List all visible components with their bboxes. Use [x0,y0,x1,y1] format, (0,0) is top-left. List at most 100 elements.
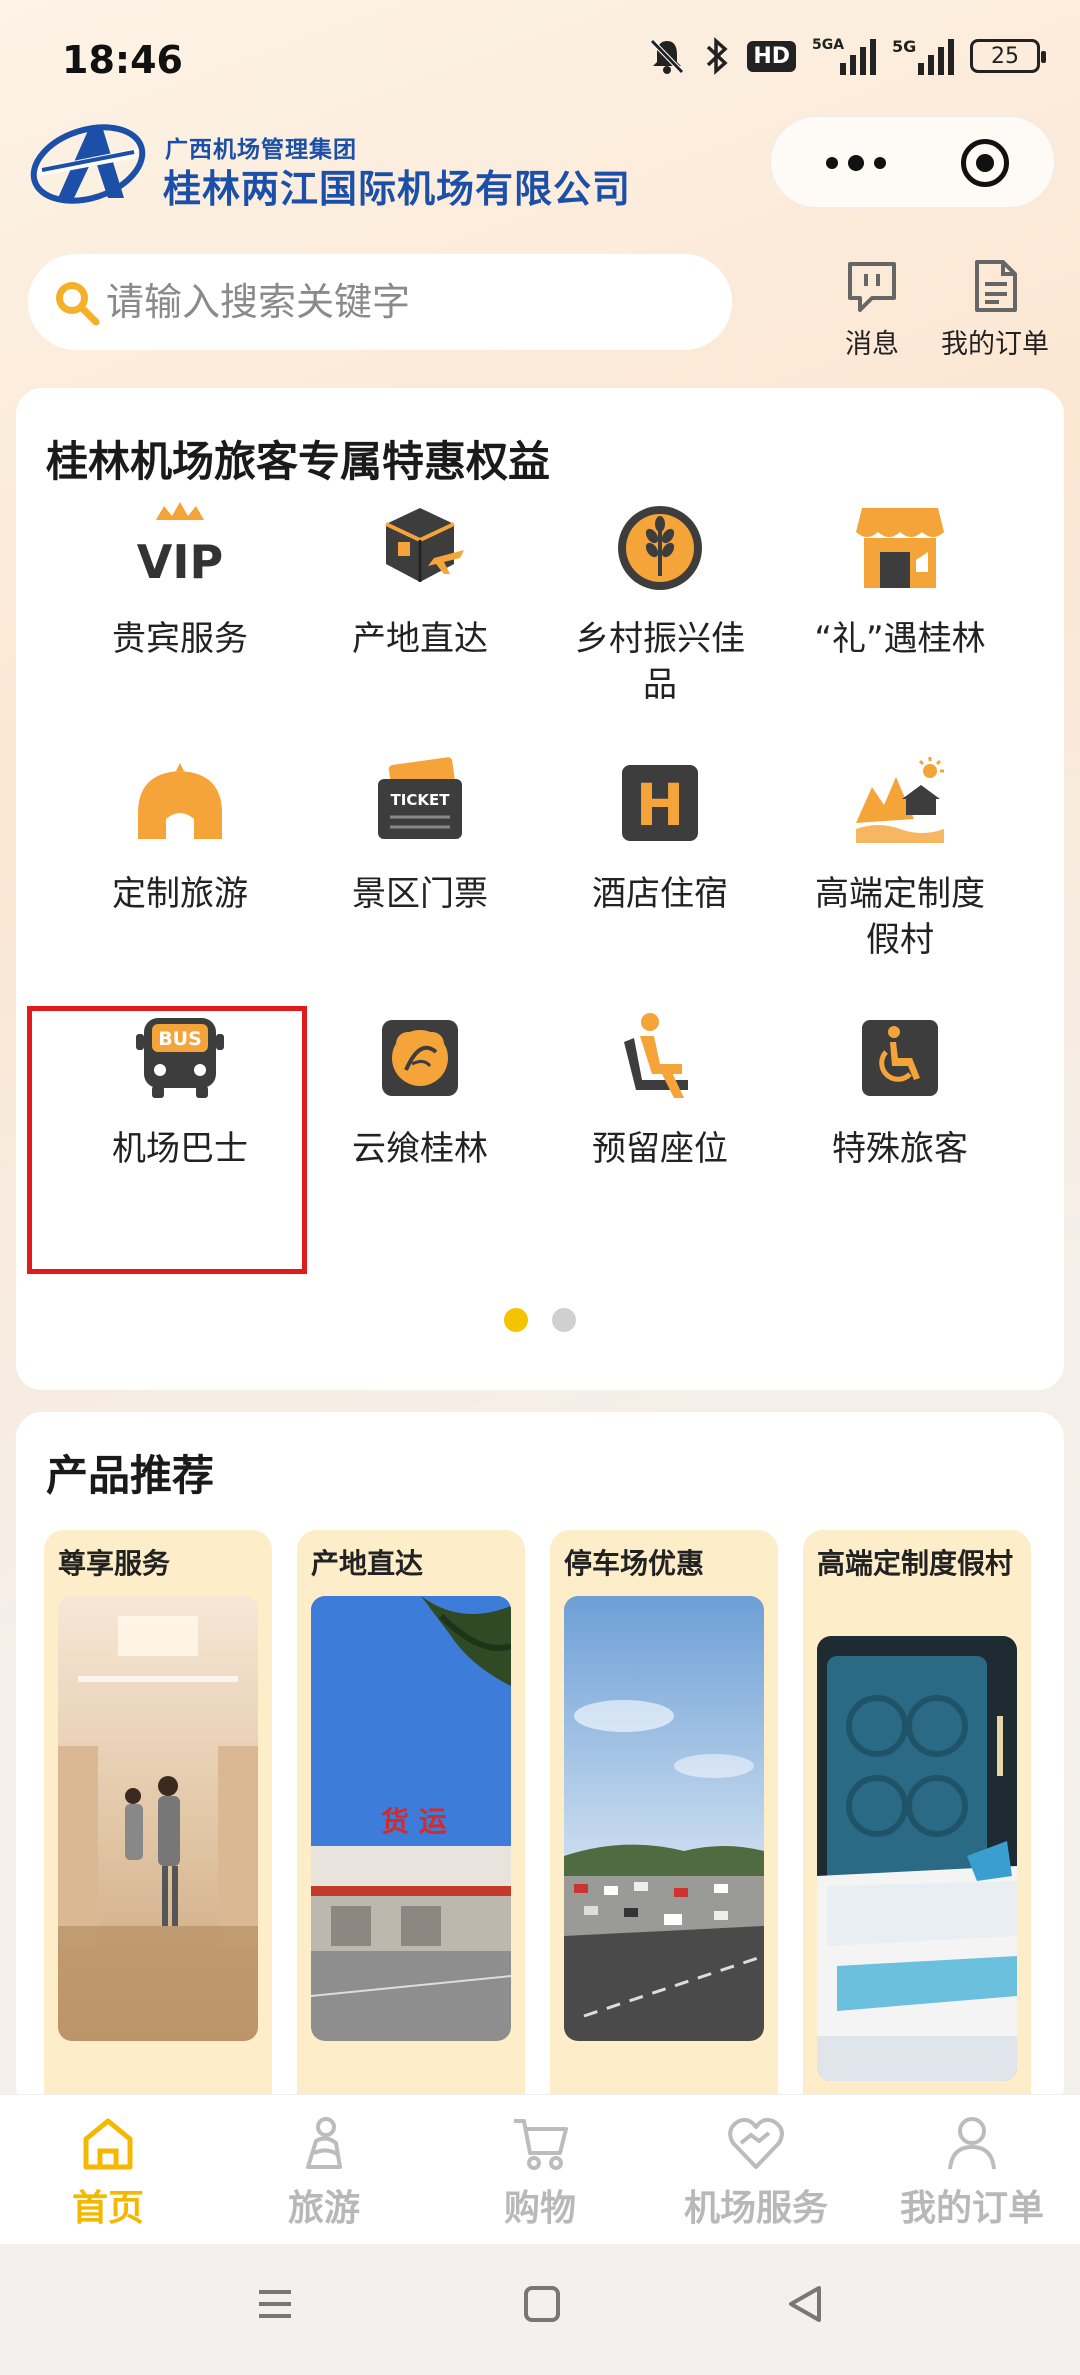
grid-item-label: 特殊旅客 [832,1129,968,1169]
signal-2: 5G [892,37,954,75]
my-orders-button[interactable]: 我的订单 [940,256,1050,361]
search-input[interactable] [106,280,706,324]
product-image-vip-service [58,1596,258,2041]
tab-label: 机场服务 [683,2188,828,2229]
product-title: 停车场优惠 [564,1547,705,1580]
battery-icon: 25 [970,39,1046,73]
more-icon [826,157,838,169]
tab-label: 我的订单 [899,2188,1044,2229]
service-icon [728,2117,784,2169]
ticket-icon: TICKET [378,757,462,839]
grid-item-special-passengers[interactable]: 特殊旅客 [780,1008,1020,1172]
grid-item-origin-direct[interactable]: 产地直达 [300,498,540,662]
yurt-icon [138,763,222,839]
hotel-icon: H [622,765,698,841]
sim2-label: 5G [892,37,917,56]
products-card: 产品推荐 尊享服务 产地直达 货 运 停车场优惠 高端定制度假村 [16,1412,1064,2130]
product-title: 尊享服务 [58,1547,171,1580]
grid-item-label: 高端定制度假村 [815,874,985,960]
highlight-box [27,1006,307,1274]
cart-icon [514,2119,568,2170]
signal-1: 5GA [812,37,876,75]
grid-item-reserved-seat[interactable]: 预留座位 [540,1008,780,1172]
shop-icon [856,508,944,588]
message-button[interactable]: 消息 [817,256,927,361]
travel-icon [306,2117,342,2169]
vip-icon: VIP [137,502,223,589]
close-miniprogram-button[interactable] [961,139,1009,187]
grid-item-hotel[interactable]: H 酒店住宿 [540,753,780,917]
grid-item-label: 预留座位 [592,1129,728,1169]
grid-item-label: 定制旅游 [112,874,248,914]
product-card[interactable]: 产地直达 货 运 [297,1530,525,2130]
order-icon [975,260,1017,312]
product-image-resort [817,1636,1017,2081]
search-icon [56,282,100,326]
status-time: 18:46 [62,38,183,82]
svg-text:货 运: 货 运 [381,1805,447,1838]
grid-item-yunxiang-guilin[interactable]: 云飨桂林 [300,1008,540,1172]
tab-label: 购物 [503,2188,576,2229]
back-icon[interactable] [785,2284,825,2324]
page-dot-active[interactable] [504,1308,528,1332]
search-bar[interactable] [28,254,732,350]
grid-item-label: 景区门票 [352,874,488,914]
menu-icon[interactable] [255,2284,295,2324]
grid-item-luxury-resort[interactable]: 高端定制度假村 [780,753,1020,963]
food-icon [382,1020,458,1096]
tab-airport-service[interactable]: 机场服务 [648,2113,864,2231]
product-card[interactable]: 停车场优惠 [550,1530,778,2130]
tab-home[interactable]: 首页 [0,2113,216,2231]
product-title: 高端定制度假村 [817,1547,1014,1580]
grid-item-label: “礼”遇桂林 [814,619,986,659]
page-indicator [16,1308,1064,1332]
bluetooth-icon [707,37,728,75]
grid-item-rural-products[interactable]: 乡村振兴佳品 [540,498,780,708]
product-title: 产地直达 [311,1547,424,1580]
home-icon [83,2118,133,2170]
grid-item-label: 乡村振兴佳品 [575,619,745,705]
status-icons: HD 5GA 5G 25 [647,36,1046,76]
accessible-icon [862,1020,938,1096]
product-image-parking [564,1596,764,2041]
home-nav-icon[interactable] [522,2284,562,2324]
grid-item-label: 贵宾服务 [112,619,248,659]
grid-item-custom-tour[interactable]: 定制旅游 [60,753,300,917]
grid-item-gift-guilin[interactable]: “礼”遇桂林 [780,498,1020,662]
tab-bar: 首页 旅游 购物 机场服务 我的订单 [0,2094,1080,2244]
airport-logo [30,124,146,204]
my-orders-label: 我的订单 [941,329,1049,360]
status-bar: 18:46 HD 5GA 5G 25 [0,0,1080,120]
sim1-label: 5GA [812,37,845,53]
product-image-cargo: 货 运 [311,1596,511,2041]
message-icon [848,262,896,312]
tab-label: 首页 [71,2188,144,2229]
system-nav-bar [0,2244,1080,2375]
tab-label: 旅游 [287,2188,360,2229]
message-label: 消息 [845,329,899,360]
benefits-title: 桂林机场旅客专属特惠权益 [46,437,551,486]
svg-text:TICKET: TICKET [391,791,451,809]
more-button[interactable] [811,147,901,179]
benefits-card: 桂林机场旅客专属特惠权益 VIP 贵宾服务 产地直达 乡村振兴佳品 “礼”遇桂林… [16,388,1064,1390]
seat-icon [624,1013,688,1098]
user-icon [948,2117,996,2170]
hd-badge: HD [747,40,796,72]
battery-level: 25 [991,43,1019,69]
tab-travel[interactable]: 旅游 [216,2113,432,2231]
miniprogram-capsule [770,116,1055,208]
tab-shopping[interactable]: 购物 [432,2113,648,2231]
grid-item-scenic-tickets[interactable]: TICKET 景区门票 [300,753,540,917]
tab-my-orders[interactable]: 我的订单 [864,2113,1080,2231]
svg-text:VIP: VIP [137,535,223,589]
grid-item-label: 产地直达 [352,619,488,659]
products-title: 产品推荐 [46,1451,215,1500]
product-card[interactable]: 高端定制度假村 [803,1530,1031,2130]
hd-label: HD [747,40,796,72]
brand-title: 桂林两江国际机场有限公司 [163,167,632,211]
wheat-icon [618,506,702,590]
product-card[interactable]: 尊享服务 [44,1530,272,2130]
page-dot[interactable] [552,1308,576,1332]
grid-item-vip[interactable]: VIP 贵宾服务 [60,498,300,662]
resort-icon [856,757,944,843]
